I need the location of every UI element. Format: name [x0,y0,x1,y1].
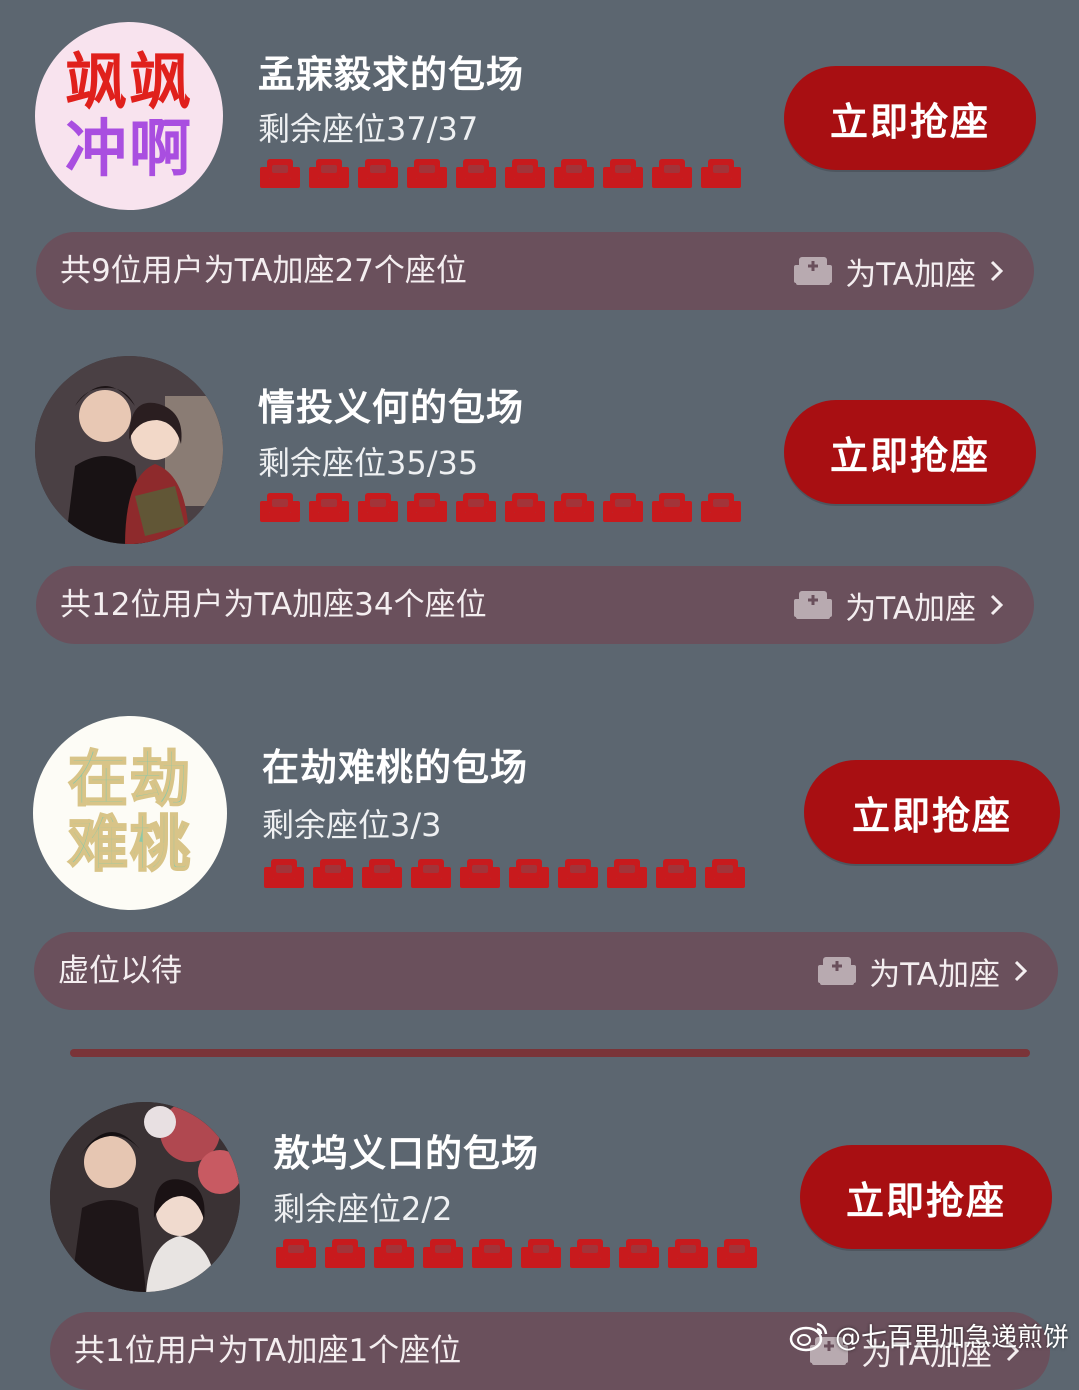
add-seat-icon [818,957,857,985]
seat-icon [619,1239,659,1268]
couple-photo-image [35,356,223,544]
seat-icon [456,493,496,522]
seat-icon [460,859,500,888]
seat-icon [717,1239,757,1268]
seat-icon [558,859,598,888]
card-3-seats [264,856,745,892]
chevron-right-icon [990,260,1004,282]
card-1-grab-seat-button[interactable]: 立即抢座 [784,66,1036,170]
card-3-summary: 虚位以待 [58,953,182,989]
seat-icon [668,1239,708,1268]
card-3-add-seat-link[interactable]: 为TA加座 [817,932,1030,1010]
card-1-add-seat-link[interactable]: 为TA加座 [793,232,1006,310]
card-2-add-seat-bar: 共12位用户为TA加座34个座位 为TA加座 [36,566,1034,644]
avatar-2[interactable] [35,356,223,544]
card-2-title: 情投义何的包场 [258,386,524,429]
weibo-icon [789,1322,828,1351]
add-seat-icon [794,257,833,285]
add-seat-icon [794,591,833,619]
seat-icon [309,493,349,522]
seat-icon [521,1239,561,1268]
card-4-title: 敖坞义口的包场 [273,1132,539,1175]
seat-icon [652,159,692,188]
card-2-add-seat-link[interactable]: 为TA加座 [793,566,1006,644]
card-3-add-seat-bar: 虚位以待 为TA加座 [34,932,1058,1010]
seat-icon [652,493,692,522]
seat-icon [554,493,594,522]
card-1-summary: 共9位用户为TA加座27个座位 [60,253,467,289]
avatar-1-line1: 飒飒 [64,45,193,119]
seat-icon [374,1239,414,1268]
seat-icon [423,1239,463,1268]
chevron-right-icon [1014,960,1028,982]
seat-icon [456,159,496,188]
avatar-4[interactable] [50,1102,240,1292]
seat-icon [509,859,549,888]
avatar-3-line1: 在劫 [67,745,192,816]
seat-icon [603,493,643,522]
card-1-title: 孟寐毅求的包场 [258,53,524,96]
seat-icon [570,1239,610,1268]
card-3-grab-seat-button[interactable]: 立即抢座 [804,760,1060,864]
watermark-text: @七百里加急递煎饼 [834,1323,1069,1353]
avatar-1[interactable]: 飒飒 冲啊 [35,22,223,210]
seat-icon [309,159,349,188]
seat-icon [505,493,545,522]
card-2-remaining: 剩余座位35/35 [258,444,479,482]
seat-icon [701,493,741,522]
card-1-seats [260,156,741,192]
card-1-add-seat-bar: 共9位用户为TA加座27个座位 为TA加座 [36,232,1034,310]
weibo-watermark: @七百里加急递煎饼 [789,1317,1069,1354]
seat-icon [362,859,402,888]
card-4-seats [276,1236,757,1272]
avatar-1-line2: 冲啊 [64,112,193,185]
card-4-grab-seat-button[interactable]: 立即抢座 [800,1145,1052,1249]
card-1-remaining: 剩余座位37/37 [258,110,479,148]
seat-icon [603,159,643,188]
card-3-title: 在劫难桃的包场 [262,746,528,789]
seat-icon [325,1239,365,1268]
seat-icon [472,1239,512,1268]
card-2-seats [260,490,741,526]
seat-icon [264,859,304,888]
avatar-3[interactable]: 在劫 难桃 [33,716,227,910]
section-divider [70,1049,1030,1057]
seat-icon [260,159,300,188]
card-4-remaining: 剩余座位2/2 [273,1190,453,1228]
seat-icon [701,159,741,188]
card-1-action-label: 为TA加座 [845,256,976,293]
seat-icon [260,493,300,522]
seat-icon [358,493,398,522]
seat-icon [607,859,647,888]
seat-icon [276,1239,316,1268]
seat-icon [313,859,353,888]
card-2-action-label: 为TA加座 [845,590,976,627]
seat-icon [505,159,545,188]
card-2-summary: 共12位用户为TA加座34个座位 [60,587,487,623]
card-3-remaining: 剩余座位3/3 [262,806,442,844]
seat-icon [407,493,447,522]
card-4-summary: 共1位用户为TA加座1个座位 [74,1333,462,1369]
seat-icon [705,859,745,888]
card-2-grab-seat-button[interactable]: 立即抢座 [784,400,1036,504]
seat-icon [554,159,594,188]
seat-icon [656,859,696,888]
seat-icon [411,859,451,888]
card-3-action-label: 为TA加座 [869,956,1000,993]
couple-drama-photo-image [50,1102,240,1292]
avatar-3-line2: 难桃 [67,810,192,880]
seat-icon [358,159,398,188]
chevron-right-icon [990,594,1004,616]
seat-icon [407,159,447,188]
